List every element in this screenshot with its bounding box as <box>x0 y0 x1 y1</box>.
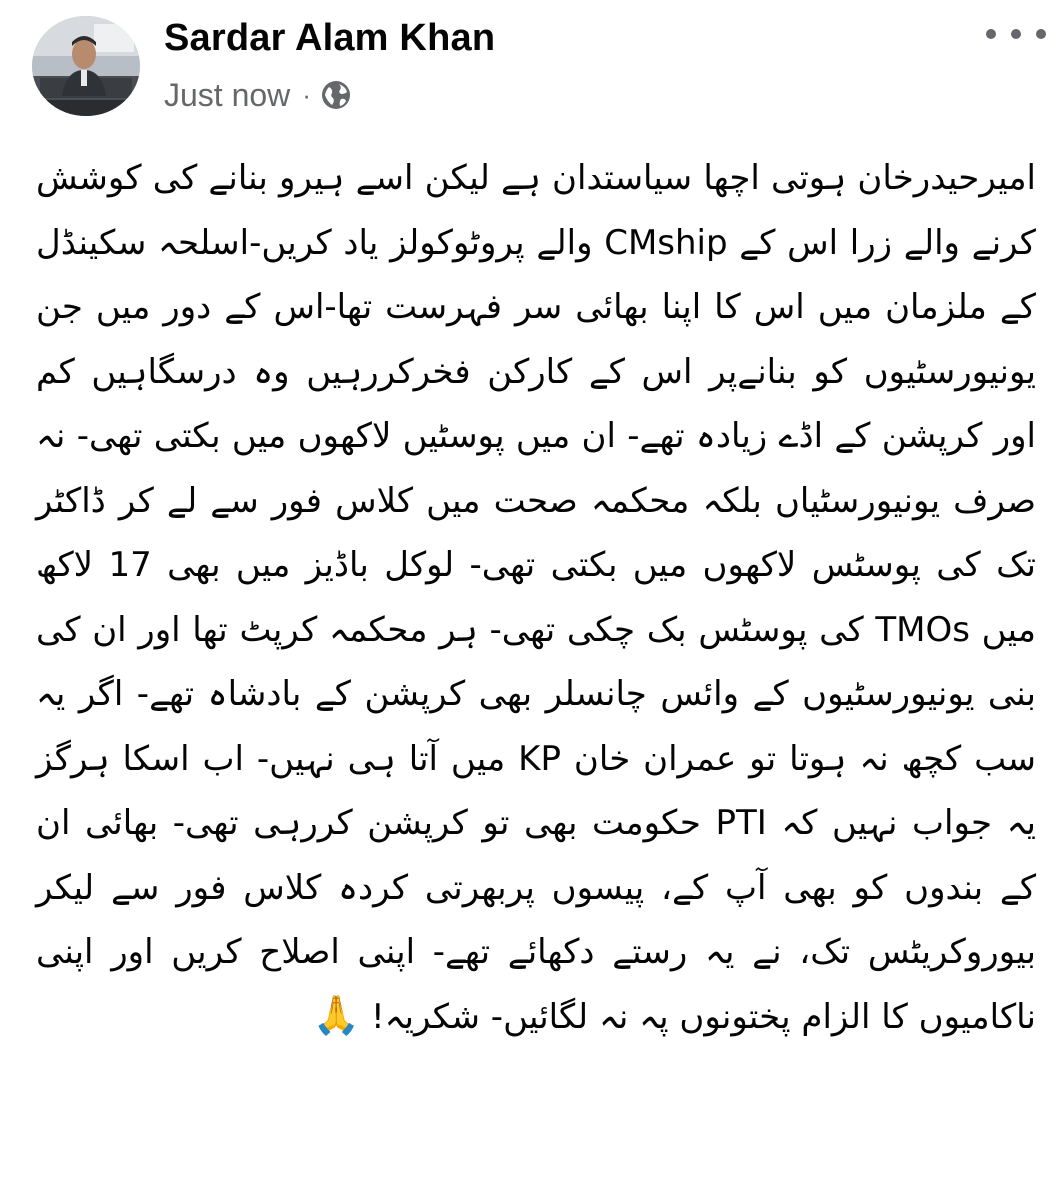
globe-icon[interactable] <box>319 78 353 112</box>
post-text: امیرحیدرخان ہوتی اچھا سیاستدان ہے لیکن ا… <box>36 146 1036 1049</box>
more-dot <box>1011 29 1021 39</box>
more-dot <box>1036 29 1046 39</box>
facebook-post: Sardar Alam Khan Just now · امیرحیدرخان … <box>0 0 1062 1200</box>
post-meta: Just now · <box>164 72 353 118</box>
folded-hands-icon: 🙏 <box>312 992 361 1037</box>
avatar[interactable] <box>32 16 140 116</box>
timestamp[interactable]: Just now <box>164 77 290 114</box>
author-name[interactable]: Sardar Alam Khan <box>164 10 495 66</box>
post-body: امیرحیدرخان ہوتی اچھا سیاستدان ہے لیکن ا… <box>36 158 1037 1037</box>
more-dot <box>986 29 996 39</box>
meta-separator: · <box>302 79 311 110</box>
more-options-icon[interactable] <box>986 14 1046 54</box>
profile-avatar <box>32 16 140 116</box>
